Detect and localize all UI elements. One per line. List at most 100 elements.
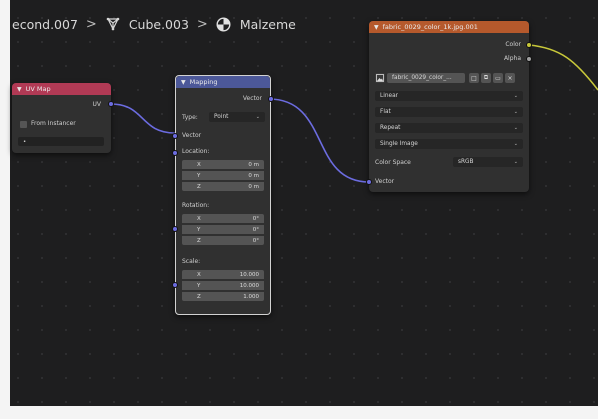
breadcrumb-object[interactable]: econd.007: [12, 17, 78, 32]
rotation-y-field[interactable]: Y 0°: [182, 225, 264, 234]
location-x-value: 0 m: [248, 161, 259, 168]
rotation-label: Rotation:: [182, 202, 210, 209]
chevron-down-icon: ⌄: [513, 141, 518, 147]
image-browse-icon[interactable]: [375, 73, 385, 83]
mapping-node[interactable]: ▼ Mapping Vector Type: Point ⌄ Vector Lo…: [172, 75, 274, 315]
material-icon: [216, 16, 232, 32]
axis-label: Z: [197, 183, 201, 190]
mapping-output-label: Vector: [242, 95, 262, 102]
type-label: Type:: [182, 114, 198, 121]
axis-label: Z: [197, 293, 201, 300]
scale-z-value: 1.000: [243, 293, 259, 300]
link-color-out: [528, 44, 598, 91]
axis-label: Y: [197, 226, 201, 233]
axis-label: Z: [197, 237, 201, 244]
location-x-field[interactable]: X 0 m: [182, 160, 264, 169]
breadcrumb: econd.007 > Cube.003 > Malzeme: [12, 14, 296, 34]
color-output-label: Color: [505, 41, 521, 48]
link-uv-to-vector: [110, 103, 176, 134]
location-z-value: 0 m: [248, 183, 259, 190]
image-name-value: fabric_0029_color_...: [392, 75, 452, 81]
chevron-down-icon: ⌄: [255, 114, 260, 120]
mapping-output-socket[interactable]: [268, 96, 274, 102]
uv-map-node[interactable]: ▼ UV Map UV From Instancer •: [12, 83, 114, 153]
alpha-output-socket[interactable]: [526, 56, 532, 62]
rotation-z-value: 0°: [252, 237, 259, 244]
rotation-x-value: 0°: [252, 215, 259, 222]
scale-y-value: 10.000: [239, 282, 259, 289]
image-texture-node-header[interactable]: ▼ fabric_0029_color_1k.jpg.001: [369, 21, 529, 33]
from-instancer-checkbox[interactable]: [20, 121, 27, 128]
alpha-output-label: Alpha: [503, 55, 521, 62]
image-texture-node-title: fabric_0029_color_1k.jpg.001: [382, 23, 478, 31]
link-vector-to-vector: [268, 98, 370, 183]
source-value: Single Image: [380, 141, 418, 147]
breadcrumb-material[interactable]: Malzeme: [240, 17, 296, 32]
uv-map-node-header[interactable]: ▼ UV Map: [12, 83, 111, 95]
source-dropdown[interactable]: Single Image ⌄: [375, 139, 523, 149]
color-output-socket[interactable]: [526, 42, 532, 48]
axis-label: Y: [197, 172, 201, 179]
uv-map-selector[interactable]: •: [18, 137, 104, 146]
image-texture-node[interactable]: ▼ fabric_0029_color_1k.jpg.001 Color Alp…: [366, 21, 532, 192]
chevron-down-icon: ⌄: [513, 125, 518, 131]
interpolation-value: Linear: [380, 93, 399, 99]
scale-x-field[interactable]: X 10.000: [182, 270, 264, 279]
location-input-socket[interactable]: [172, 150, 178, 156]
rotation-y-value: 0°: [252, 226, 259, 233]
uv-map-selector-value: •: [23, 138, 27, 145]
close-icon[interactable]: ×: [505, 73, 515, 83]
type-dropdown-value: Point: [214, 114, 229, 120]
color-space-value: sRGB: [458, 159, 474, 165]
interpolation-dropdown[interactable]: Linear ⌄: [375, 91, 523, 101]
collapse-chevron-icon[interactable]: ▼: [17, 86, 22, 93]
rotation-x-field[interactable]: X 0°: [182, 214, 264, 223]
location-y-value: 0 m: [248, 172, 259, 179]
axis-label: X: [197, 161, 201, 168]
breadcrumb-separator: >: [85, 16, 97, 32]
from-instancer-label: From Instancer: [31, 120, 76, 127]
uv-map-node-title: UV Map: [25, 85, 51, 93]
chevron-down-icon: ⌄: [513, 109, 518, 115]
breadcrumb-separator: >: [196, 16, 208, 32]
collapse-chevron-icon[interactable]: ▼: [181, 79, 186, 86]
image-name-field[interactable]: fabric_0029_color_...: [387, 73, 465, 83]
projection-value: Flat: [380, 109, 391, 115]
window-bottom-edge: [0, 406, 598, 419]
location-label: Location:: [182, 148, 210, 155]
chevron-down-icon: ⌄: [513, 159, 518, 165]
axis-label: Y: [197, 282, 201, 289]
scale-z-field[interactable]: Z 1.000: [182, 292, 264, 301]
window-left-edge: [0, 0, 10, 419]
axis-label: X: [197, 271, 201, 278]
scale-input-socket[interactable]: [172, 282, 178, 288]
color-space-dropdown[interactable]: sRGB ⌄: [453, 157, 523, 167]
scale-label: Scale:: [182, 258, 201, 265]
uv-output-socket[interactable]: [108, 101, 114, 107]
axis-label: X: [197, 215, 201, 222]
scale-y-field[interactable]: Y 10.000: [182, 281, 264, 290]
mesh-icon: [105, 16, 121, 32]
color-space-label: Color Space: [375, 159, 411, 166]
fake-user-icon[interactable]: □: [469, 73, 479, 83]
type-dropdown[interactable]: Point ⌄: [209, 112, 265, 122]
mapping-node-header[interactable]: ▼ Mapping: [176, 76, 270, 88]
collapse-chevron-icon[interactable]: ▼: [374, 24, 379, 31]
duplicate-icon[interactable]: ⧉: [481, 73, 491, 83]
open-folder-icon[interactable]: ▭: [493, 73, 503, 83]
vector-input-label: Vector: [375, 178, 395, 185]
extension-dropdown[interactable]: Repeat ⌄: [375, 123, 523, 133]
rotation-input-socket[interactable]: [172, 226, 178, 232]
location-y-field[interactable]: Y 0 m: [182, 171, 264, 180]
vector-input-socket[interactable]: [172, 133, 178, 139]
rotation-z-field[interactable]: Z 0°: [182, 236, 264, 245]
extension-value: Repeat: [380, 125, 401, 131]
scale-x-value: 10.000: [239, 271, 259, 278]
mapping-node-title: Mapping: [189, 78, 218, 86]
vector-input-label: Vector: [182, 132, 202, 139]
projection-dropdown[interactable]: Flat ⌄: [375, 107, 523, 117]
vector-input-socket[interactable]: [366, 179, 372, 185]
uv-output-label: UV: [92, 101, 102, 108]
location-z-field[interactable]: Z 0 m: [182, 182, 264, 191]
breadcrumb-mesh[interactable]: Cube.003: [129, 17, 189, 32]
